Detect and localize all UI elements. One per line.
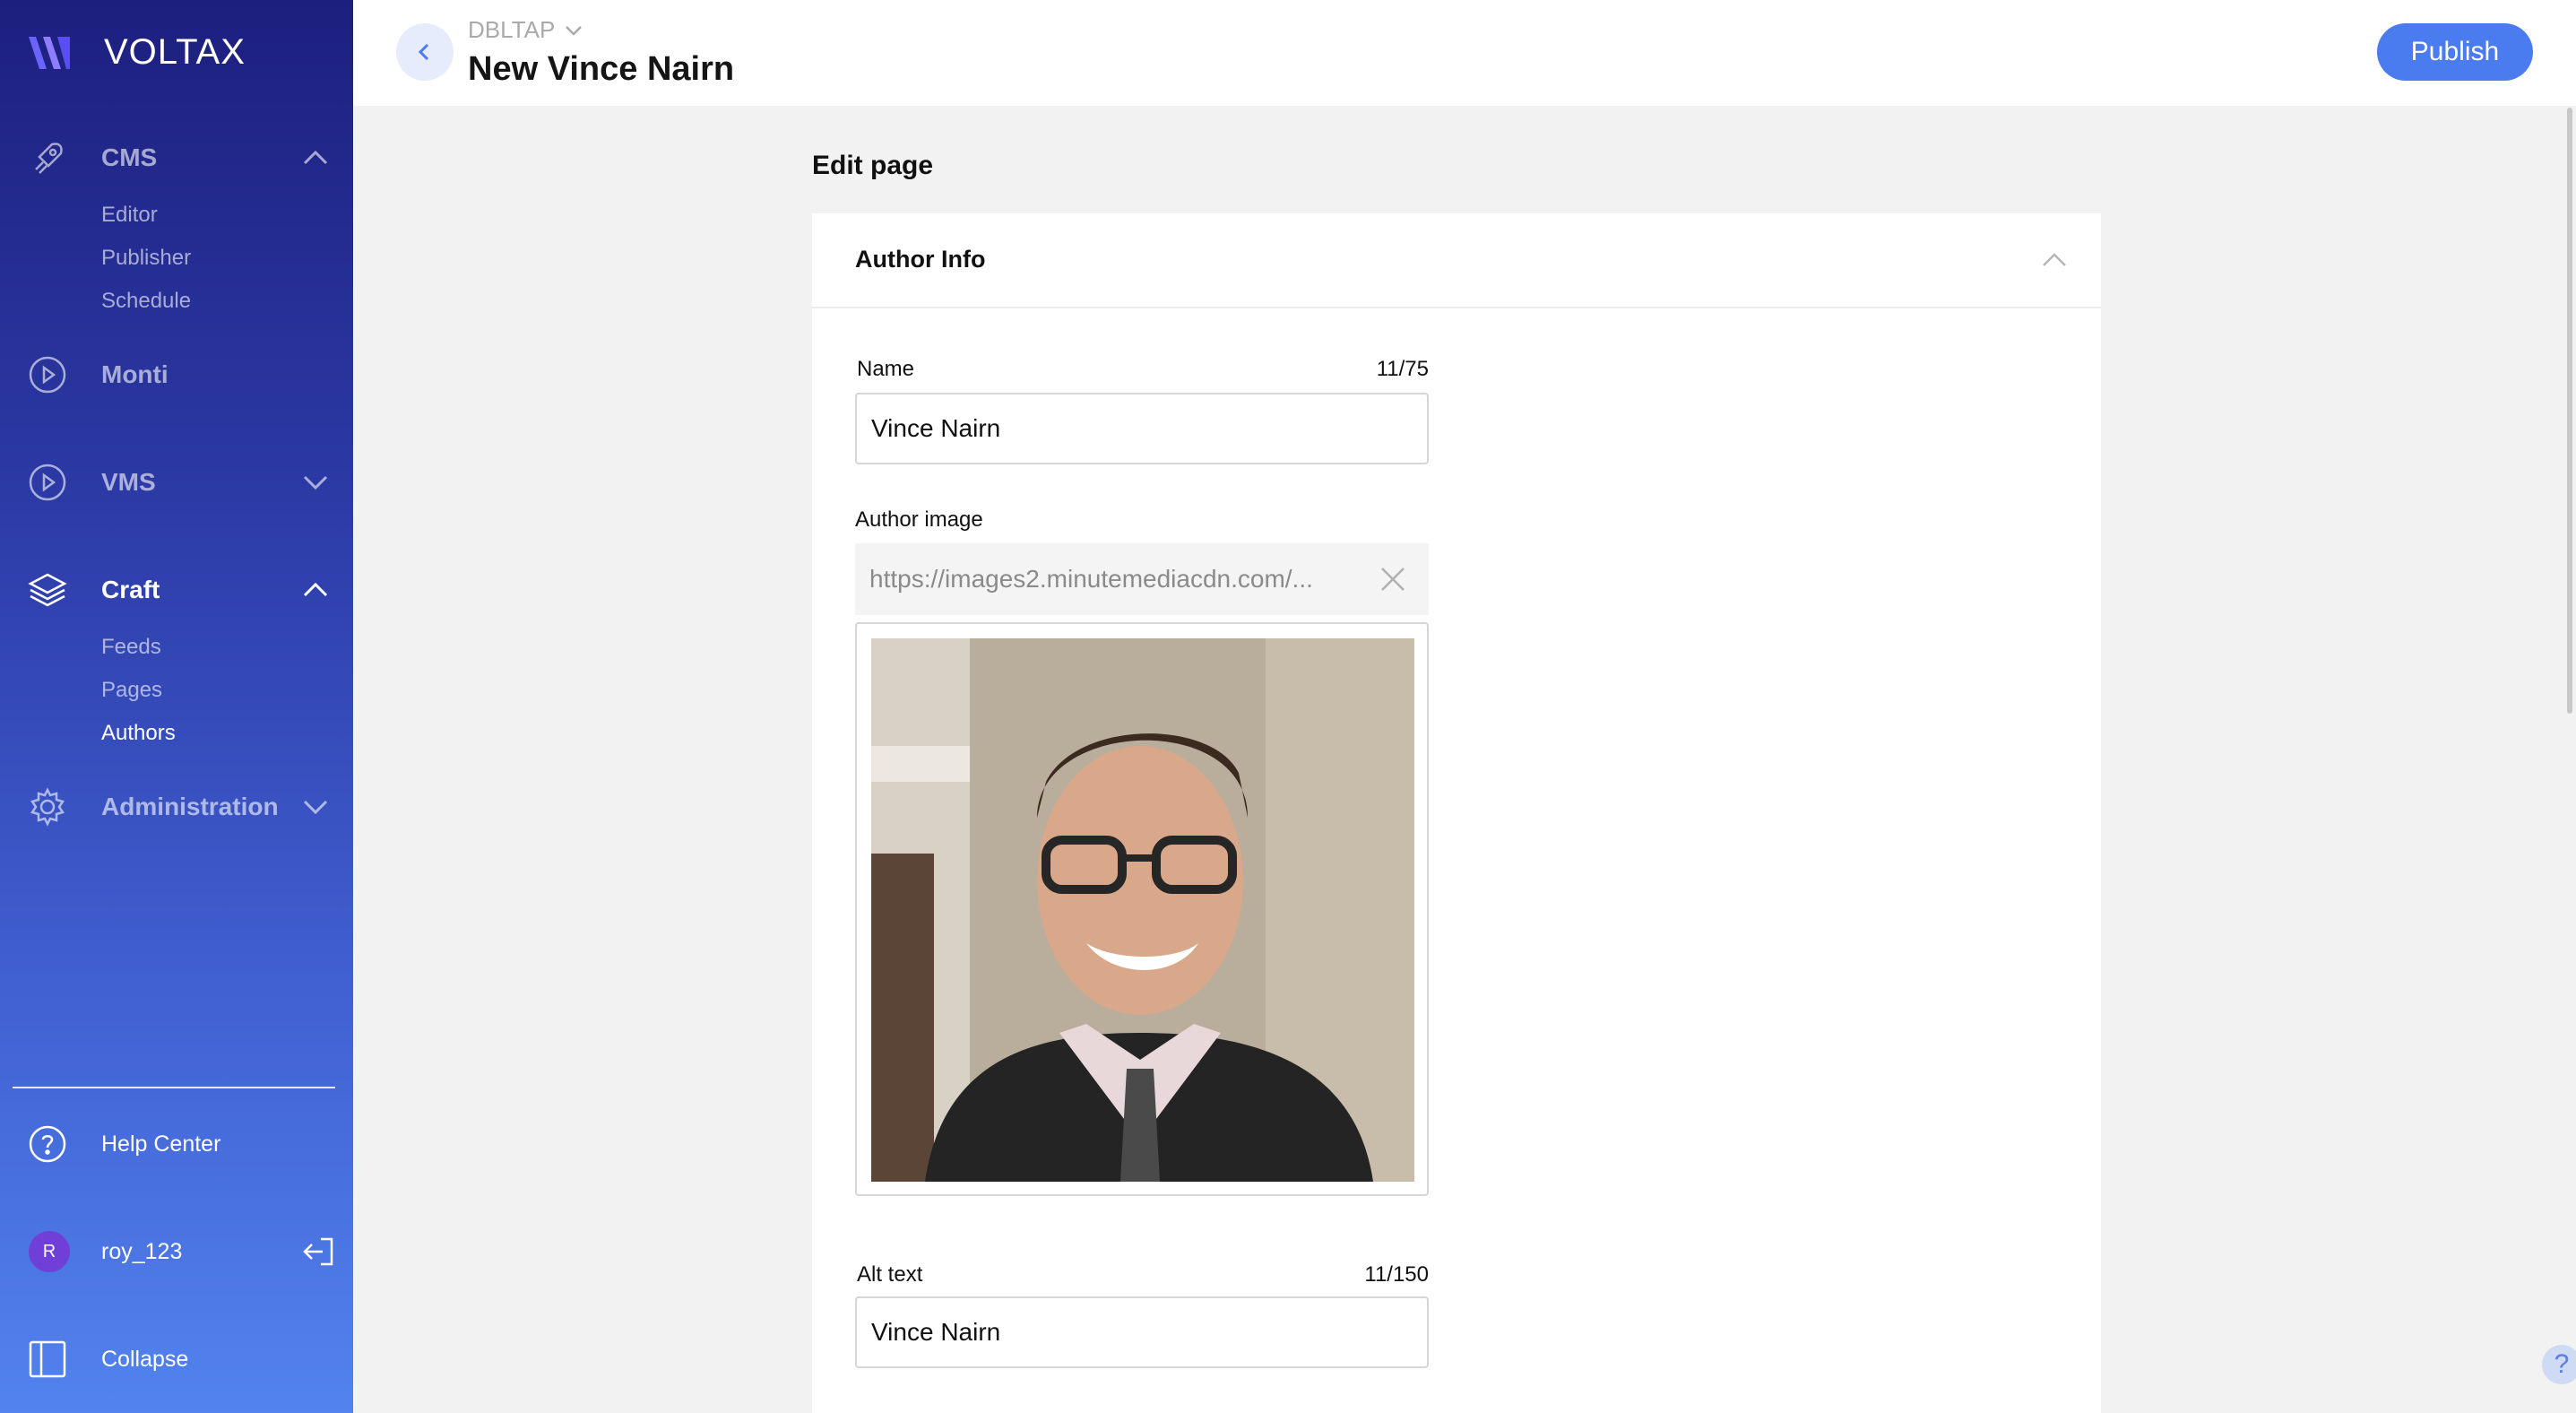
site-selector[interactable]: DBLTAP: [468, 16, 585, 44]
sidebar: VOLTAX CMS Editor Publisher Schedule Mon…: [0, 0, 353, 1413]
site-name: DBLTAP: [468, 16, 556, 43]
help-center-label: Help Center: [101, 1131, 221, 1157]
page-title: New Vince Nairn: [468, 50, 735, 88]
name-input[interactable]: Vince Nairn: [855, 393, 1429, 464]
sidebar-label-cms: CMS: [101, 143, 158, 171]
name-counter: 11/75: [1376, 357, 1429, 381]
chevron-up-icon[interactable]: [298, 140, 333, 176]
sidebar-item-cms[interactable]: CMS: [0, 131, 353, 185]
sidebar-label-vms: VMS: [101, 468, 156, 496]
back-button[interactable]: [396, 23, 454, 81]
collapse-label: Collapse: [101, 1346, 189, 1372]
brand-name: VOLTAX: [104, 32, 246, 72]
name-label: Name: [857, 357, 915, 381]
sidebar-item-schedule[interactable]: Schedule: [101, 289, 191, 314]
sidebar-item-administration[interactable]: Administration: [0, 780, 353, 834]
sidebar-divider: [13, 1087, 335, 1088]
alt-text-label: Alt text: [857, 1262, 923, 1287]
sidebar-item-publisher[interactable]: Publisher: [101, 246, 191, 271]
sidebar-label-administration: Administration: [101, 793, 279, 820]
sidebar-panel-icon: [27, 1339, 68, 1380]
sidebar-item-monti[interactable]: Monti: [0, 348, 353, 402]
chevron-down-icon: [566, 25, 583, 36]
sidebar-item-authors[interactable]: Authors: [101, 721, 176, 746]
avatar: R: [29, 1231, 70, 1272]
user-profile[interactable]: R roy_123: [0, 1225, 353, 1279]
help-bubble-button[interactable]: ?: [2542, 1345, 2576, 1384]
card-title: Author Info: [855, 246, 986, 273]
image-url-field[interactable]: https://images2.minutemediacdn.com/...: [855, 543, 1429, 615]
author-photo: [871, 638, 1414, 1182]
image-url: https://images2.minutemediacdn.com/...: [869, 565, 1313, 593]
help-circle-icon: [27, 1123, 68, 1165]
collapse-sidebar-button[interactable]: Collapse: [0, 1332, 353, 1386]
sidebar-item-feeds[interactable]: Feeds: [101, 635, 161, 660]
gear-icon: [27, 786, 68, 828]
sidebar-item-pages[interactable]: Pages: [101, 678, 162, 703]
chevron-down-icon[interactable]: [298, 789, 333, 825]
play-circle-icon: [27, 462, 68, 503]
chevron-up-icon[interactable]: [2038, 244, 2070, 276]
sidebar-label-monti: Monti: [101, 360, 169, 388]
top-bar: DBLTAP New Vince Nairn Publish: [353, 0, 2576, 106]
logout-icon[interactable]: [301, 1234, 337, 1270]
publish-button[interactable]: Publish: [2377, 23, 2533, 81]
author-info-card: Author Info Name 11/75 Vince Nairn Autho…: [812, 213, 2101, 1413]
help-center-link[interactable]: Help Center: [0, 1117, 353, 1171]
voltax-logo-icon: [29, 36, 70, 69]
rocket-icon: [27, 137, 68, 178]
chevron-left-icon: [418, 43, 429, 61]
author-photo-image: [871, 638, 1414, 1182]
close-icon[interactable]: [1375, 561, 1411, 597]
layers-icon: [27, 569, 68, 611]
author-image-label: Author image: [855, 507, 983, 532]
sidebar-item-vms[interactable]: VMS: [0, 455, 353, 509]
chevron-down-icon[interactable]: [298, 464, 333, 500]
username: roy_123: [101, 1238, 183, 1264]
play-circle-icon: [27, 354, 68, 395]
brand[interactable]: VOLTAX: [27, 32, 246, 73]
alt-text-input[interactable]: Vince Nairn: [855, 1296, 1429, 1368]
sidebar-label-craft: Craft: [101, 576, 160, 603]
sidebar-item-craft[interactable]: Craft: [0, 563, 353, 617]
author-image-preview: [855, 622, 1429, 1196]
sidebar-item-editor[interactable]: Editor: [101, 203, 158, 228]
alt-text-counter: 11/150: [1364, 1262, 1429, 1287]
scrollbar[interactable]: [2567, 108, 2572, 714]
chevron-up-icon[interactable]: [298, 572, 333, 608]
card-header[interactable]: Author Info: [812, 213, 2101, 308]
edit-page-heading: Edit page: [812, 151, 934, 180]
